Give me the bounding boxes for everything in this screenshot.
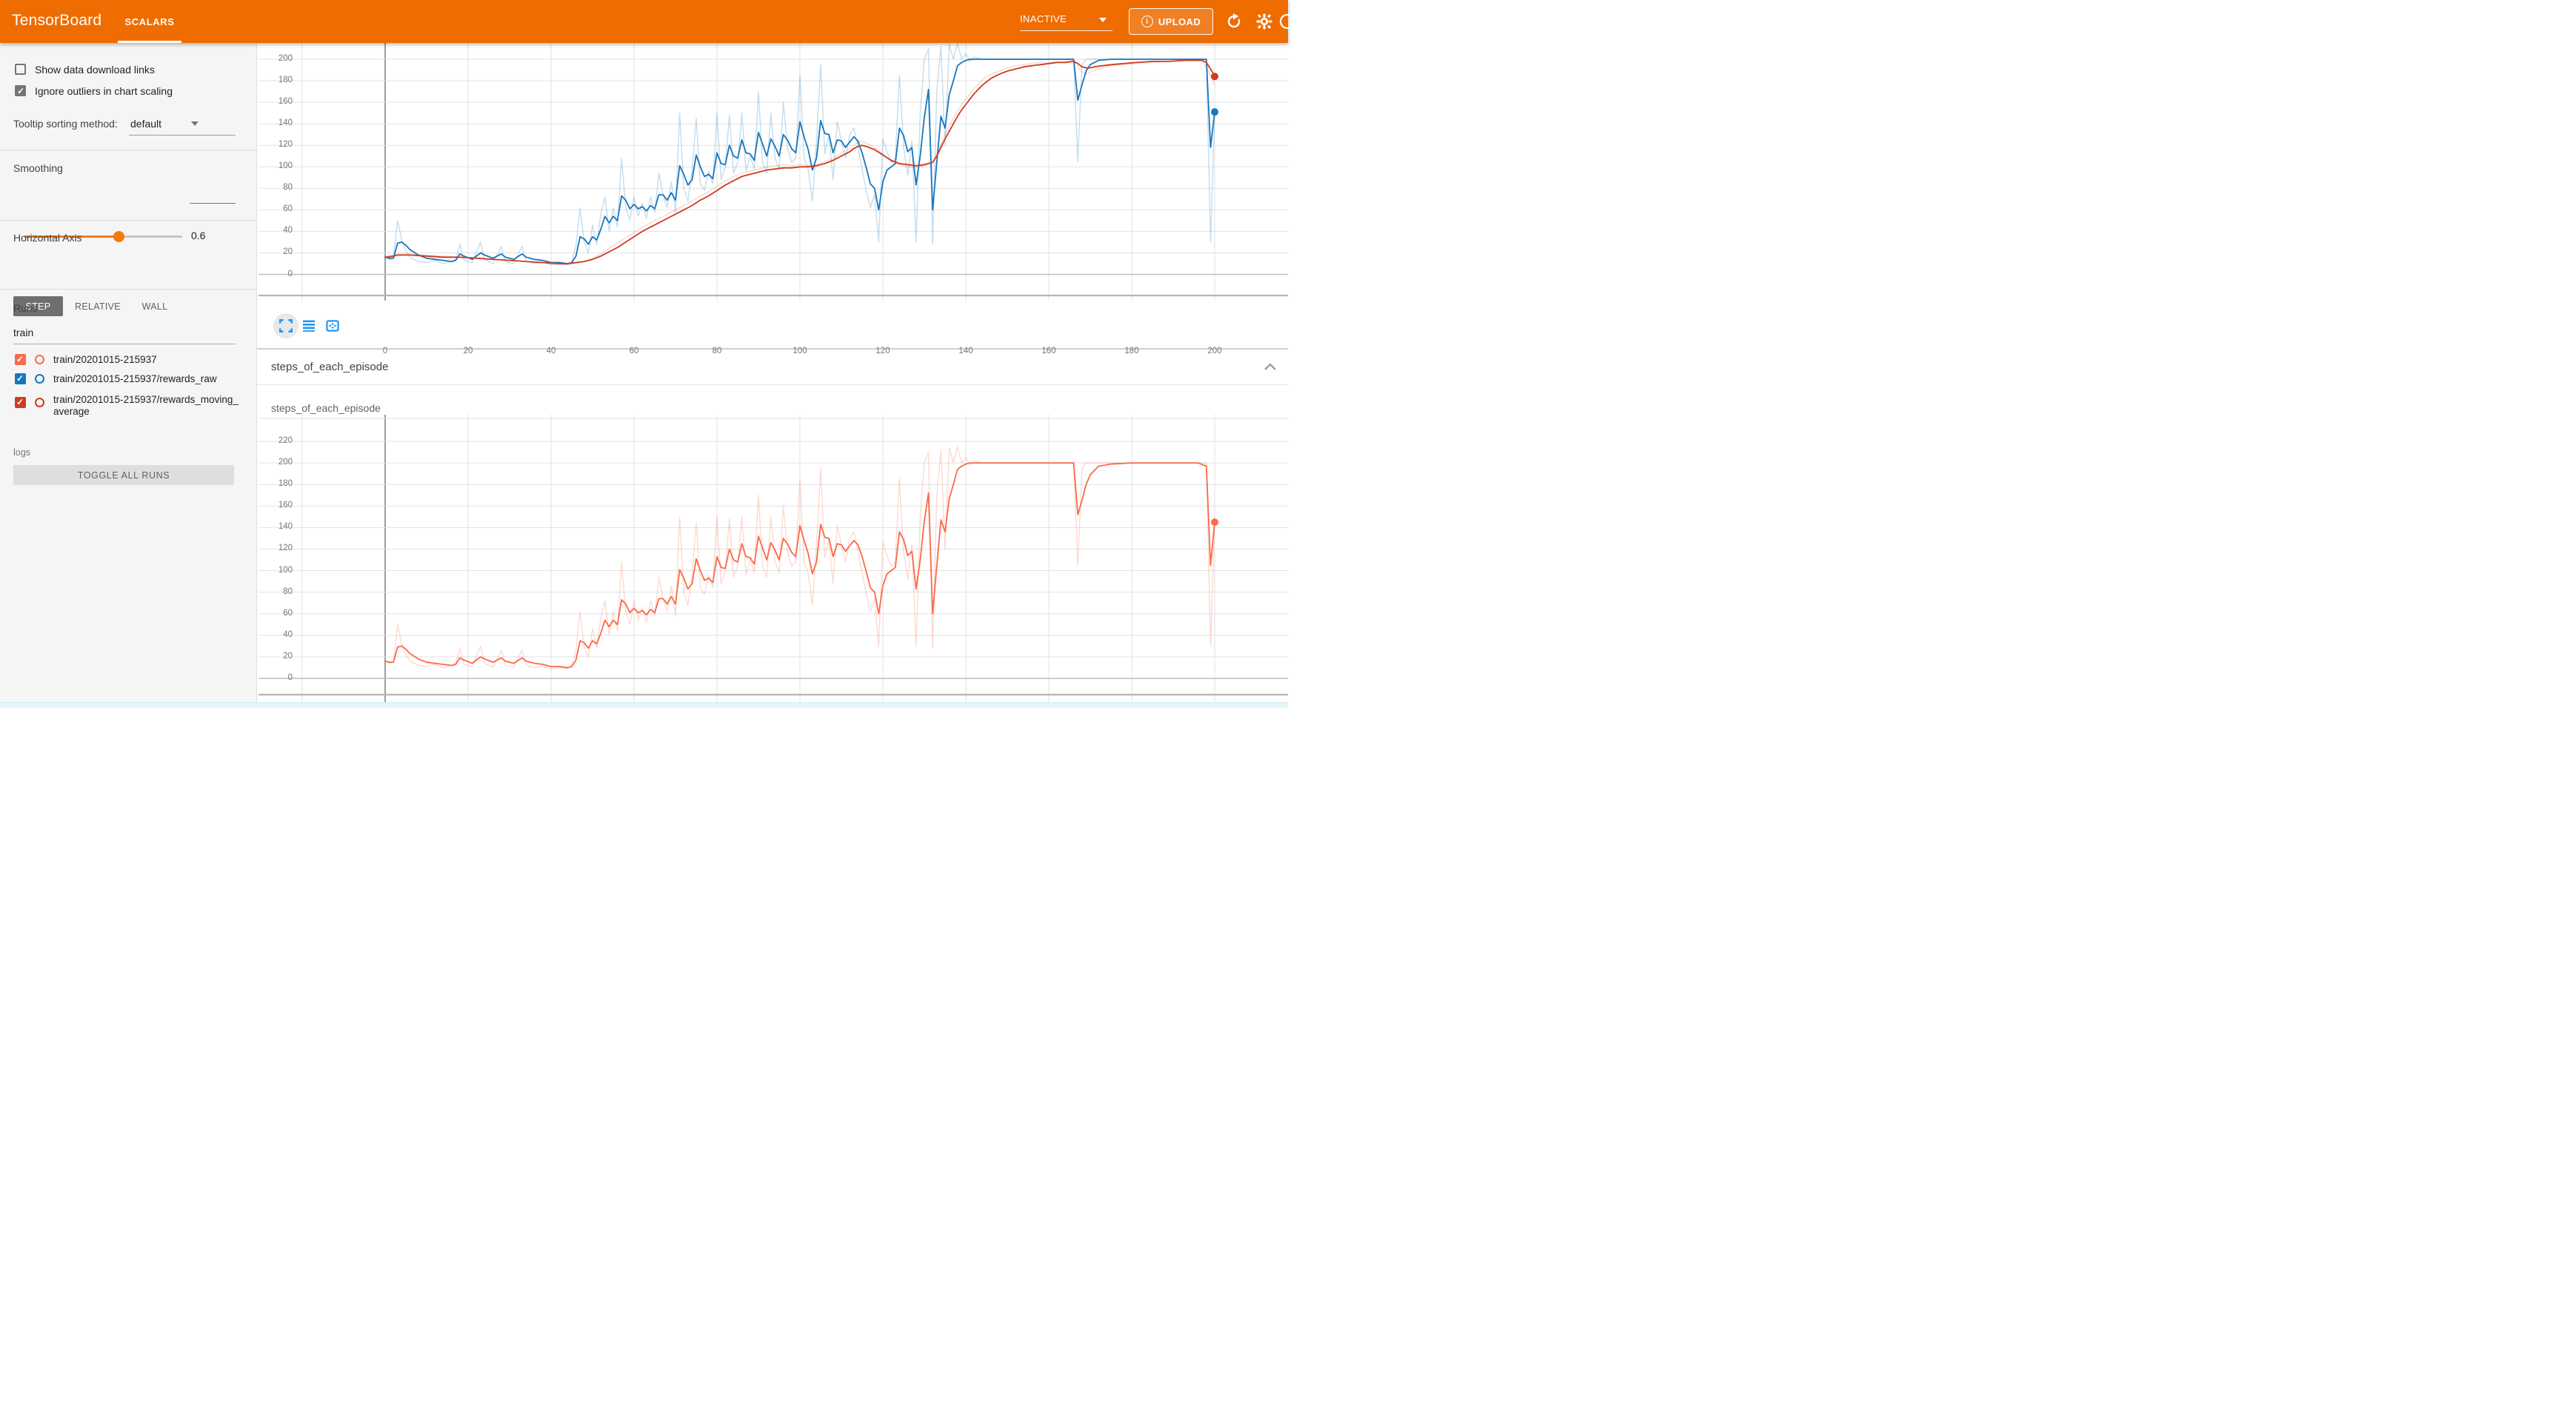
chart-title: steps_of_each_episode <box>271 402 381 414</box>
help-icon[interactable] <box>1278 13 1296 30</box>
x-axis-tick-label: 80 <box>701 347 733 355</box>
axis-relative-button[interactable]: RELATIVE <box>72 296 124 316</box>
section-title: steps_of_each_episode <box>271 361 388 373</box>
run-color-circle <box>35 374 44 384</box>
run-color-circle <box>35 355 44 364</box>
show-download-links-checkbox[interactable] <box>15 64 26 75</box>
x-axis-tick-label: 0 <box>369 347 401 355</box>
y-axis-tick-label: 60 <box>257 609 293 618</box>
show-download-links-label: Show data download links <box>35 64 155 76</box>
chevron-down-icon <box>1099 18 1107 22</box>
fullscreen-icon[interactable] <box>279 319 293 333</box>
y-axis-tick-label: 80 <box>257 183 293 192</box>
check-icon: ✓ <box>16 374 24 384</box>
y-axis-tick-label: 40 <box>257 630 293 639</box>
run-checkbox[interactable]: ✓ <box>15 354 26 365</box>
runs-filter-input[interactable]: train <box>13 327 33 338</box>
run-label: train/20201015-215937/rewards_moving_ave… <box>53 394 241 418</box>
upload-button-label: UPLOAD <box>1158 16 1201 27</box>
check-icon: ✓ <box>17 87 24 96</box>
run-row[interactable]: ✓ train/20201015-215937 <box>0 354 257 370</box>
status-dropdown-value: INACTIVE <box>1020 13 1067 24</box>
smoothing-label: Smoothing <box>13 162 63 174</box>
x-axis-tick-label: 20 <box>452 347 484 355</box>
upload-button[interactable]: i UPLOAD <box>1129 8 1213 35</box>
endpoint-dot[interactable] <box>1211 108 1218 116</box>
x-axis-tick-label: 140 <box>950 347 982 355</box>
smoothing-value-underline <box>190 203 236 204</box>
y-axis-tick-label: 0 <box>257 270 293 278</box>
settings-sidebar: Show data download links ✓ Ignore outlie… <box>0 43 257 708</box>
y-axis-tick-label: 220 <box>257 436 293 445</box>
run-checkbox[interactable]: ✓ <box>15 373 26 384</box>
y-axis-tick-label: 20 <box>257 652 293 661</box>
smoothing-value-input[interactable]: 0.6 <box>191 230 236 241</box>
y-axis-tick-label: 180 <box>257 479 293 488</box>
horizontal-axis-label: Horizontal Axis <box>13 232 82 244</box>
chevron-down-icon[interactable] <box>191 121 198 126</box>
steps-line-chart[interactable] <box>258 415 1288 708</box>
y-axis-tick-label: 0 <box>257 673 293 682</box>
y-axis-tick-label: 160 <box>257 97 293 106</box>
info-icon: i <box>1141 16 1153 27</box>
x-axis-tick-label: 160 <box>1032 347 1065 355</box>
status-dropdown-underline <box>1020 30 1112 31</box>
x-axis-tick-label: 100 <box>784 347 816 355</box>
y-axis-tick-label: 60 <box>257 204 293 213</box>
chevron-up-icon[interactable] <box>1263 361 1278 372</box>
log-scale-lines-icon[interactable] <box>302 319 316 333</box>
y-axis-tick-label: 140 <box>257 118 293 127</box>
y-axis-tick-label: 140 <box>257 522 293 531</box>
check-icon: ✓ <box>16 355 24 364</box>
y-axis-tick-label: 100 <box>257 161 293 170</box>
check-icon: ✓ <box>16 398 24 407</box>
gear-icon[interactable] <box>1255 13 1273 30</box>
x-axis-tick-label: 180 <box>1115 347 1148 355</box>
x-axis-tick-label: 40 <box>535 347 567 355</box>
divider <box>0 289 257 290</box>
y-axis-tick-label: 200 <box>257 54 293 63</box>
refresh-icon[interactable] <box>1225 13 1243 30</box>
runs-heading: Runs <box>13 302 38 314</box>
run-row[interactable]: ✓ train/20201015-215937/rewards_raw <box>0 373 257 390</box>
endpoint-dot[interactable] <box>1211 73 1218 80</box>
run-label: train/20201015-215937 <box>53 354 241 366</box>
app-title: TensorBoard <box>12 12 101 30</box>
y-axis-tick-label: 200 <box>257 458 293 467</box>
toggle-all-runs-button[interactable]: TOGGLE ALL RUNS <box>13 465 234 485</box>
y-axis-tick-label: 100 <box>257 566 293 575</box>
tooltip-sorting-label: Tooltip sorting method: <box>13 118 118 130</box>
endpoint-dot[interactable] <box>1211 518 1218 526</box>
footer-strip <box>0 702 1288 708</box>
y-axis-tick-label: 180 <box>257 76 293 84</box>
x-axis-tick-label: 60 <box>618 347 650 355</box>
app-header: TensorBoard SCALARS INACTIVE i UPLOAD <box>0 0 1288 43</box>
status-dropdown[interactable]: INACTIVE <box>1020 10 1112 31</box>
run-color-circle <box>35 398 44 407</box>
logs-label: logs <box>13 447 30 458</box>
x-axis-tick-label: 120 <box>867 347 899 355</box>
y-axis-tick-label: 20 <box>257 247 293 256</box>
y-axis-tick-label: 120 <box>257 140 293 149</box>
tooltip-sorting-underline <box>129 135 236 136</box>
tooltip-sorting-select[interactable]: default <box>130 118 161 130</box>
run-label: train/20201015-215937/rewards_raw <box>53 373 241 385</box>
run-row[interactable]: ✓ train/20201015-215937/rewards_moving_a… <box>0 394 257 422</box>
y-axis-tick-label: 80 <box>257 587 293 596</box>
y-axis-tick-label: 120 <box>257 544 293 552</box>
run-checkbox[interactable]: ✓ <box>15 397 26 408</box>
ignore-outliers-checkbox[interactable]: ✓ <box>15 85 26 96</box>
y-axis-tick-label: 40 <box>257 226 293 235</box>
rewards-line-chart[interactable] <box>258 43 1288 301</box>
fit-domain-icon[interactable] <box>326 319 339 333</box>
axis-wall-button[interactable]: WALL <box>136 296 174 316</box>
y-axis-tick-label: 160 <box>257 501 293 510</box>
tab-active-indicator <box>118 41 181 43</box>
chart-toolbar <box>257 311 361 341</box>
divider <box>0 220 257 221</box>
x-axis-tick-label: 200 <box>1198 347 1231 355</box>
tab-scalars[interactable]: SCALARS <box>118 0 181 43</box>
smoothing-slider-thumb[interactable] <box>113 231 124 242</box>
ignore-outliers-label: Ignore outliers in chart scaling <box>35 85 173 97</box>
